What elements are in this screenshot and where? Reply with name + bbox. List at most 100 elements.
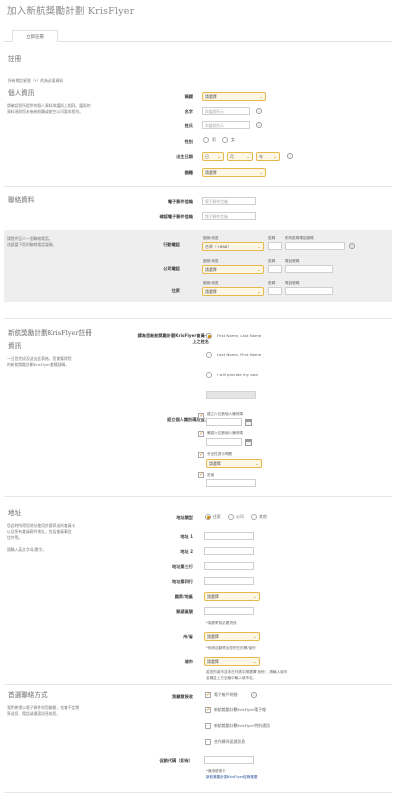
home-area-code-label: 區碼 <box>268 281 276 285</box>
keypad-icon[interactable] <box>245 419 252 426</box>
address-line4-input[interactable] <box>204 577 254 585</box>
confirm-email-input[interactable]: 電子郵件信箱 <box>202 212 256 220</box>
address-country-label: 國家/地區 <box>174 594 193 599</box>
address-type-office-radio[interactable] <box>228 514 234 520</box>
address-type-other-label: 其他 <box>259 514 267 519</box>
question-label: 安全性提示問題 <box>207 452 233 456</box>
divider <box>4 318 392 319</box>
promo-note-1: *適用優惠卡 <box>206 769 226 773</box>
title-select[interactable]: 請選擇 ⌄ <box>202 92 266 101</box>
postal-code-input[interactable] <box>204 607 254 615</box>
postal-note: *為郵寄前必要資訊 <box>206 621 237 625</box>
newsletter-checkbox[interactable] <box>205 707 211 713</box>
chevron-down-icon: ⌄ <box>259 170 263 176</box>
dob-label: 出生日期 <box>176 154 193 159</box>
office-country-code-label: 國家/地區 <box>203 259 219 263</box>
gender-male-radio[interactable] <box>203 137 209 143</box>
info-icon[interactable]: i <box>349 243 355 249</box>
page-title: 加入新航獎勵計劃 KrisFlyer <box>7 6 135 17</box>
preferences-note-1: 我們希望以電子郵件與您聯繫，也會不定期 <box>7 705 80 710</box>
preferences-title: 首選聯絡方式 <box>8 691 48 699</box>
promo-code-input[interactable] <box>204 756 254 764</box>
address-type-home-radio[interactable] <box>205 514 211 520</box>
info-icon[interactable]: i <box>256 122 262 128</box>
home-number-input[interactable] <box>285 287 333 295</box>
dob-day-value: 日 <box>205 153 209 159</box>
special-offers-checkbox[interactable] <box>205 723 211 729</box>
phone-note-2: 這讓當下您的聯絡電話號碼。 <box>7 242 57 247</box>
office-phone-label: 公司電話 <box>163 266 180 271</box>
pin-input[interactable] <box>206 418 242 426</box>
given-name-input[interactable]: 與護照所示 <box>202 107 250 115</box>
personal-note-2: 資料須與您未來新航購或航空公司要求相符。 <box>7 109 83 114</box>
krisflyer-title-2: 資訊 <box>8 342 22 350</box>
address-type-office-label: 公司 <box>236 514 244 519</box>
nationality-label: 國籍 <box>184 170 193 175</box>
office-number-label: 電話號碼 <box>285 259 300 263</box>
address-country-select[interactable]: 請選擇 ⌄ <box>204 592 260 601</box>
title-select-value: 請選擇 <box>205 93 217 99</box>
krisflyer-title-1: 新航獎勵計劃KrisFlyer註冊 <box>8 329 92 337</box>
office-area-input[interactable] <box>268 265 282 273</box>
address-line2-input[interactable] <box>204 547 254 555</box>
home-phone-label: 住家 <box>171 288 180 293</box>
state-value: 請選擇 <box>207 633 219 639</box>
question-select[interactable]: 請選擇 ⌄ <box>206 459 262 468</box>
address-line3-input[interactable] <box>204 562 254 570</box>
nationality-select[interactable]: 請選擇 ⌄ <box>202 168 266 177</box>
mobile-country-select[interactable]: 台灣（+886） ⌄ <box>202 242 264 251</box>
address-line3-label: 地址第三行 <box>172 564 193 569</box>
home-country-select[interactable]: 請選擇 ⌄ <box>202 287 264 296</box>
chevron-down-icon: ⌄ <box>259 94 263 100</box>
name-format-radio-3[interactable] <box>206 372 212 378</box>
dob-year-select[interactable]: 年 ⌄ <box>256 152 280 161</box>
confirm-pin-input[interactable] <box>206 438 242 446</box>
info-icon[interactable]: i <box>287 153 293 159</box>
mobile-number-input[interactable] <box>285 242 345 250</box>
email-input[interactable]: 電子郵件信箱 <box>202 197 256 205</box>
state-select[interactable]: 請選擇 ⌄ <box>204 632 260 641</box>
dob-day-select[interactable]: 日 ⌄ <box>202 152 224 161</box>
office-country-value: 請選擇 <box>205 266 217 272</box>
personal-title: 個人資訊 <box>8 89 35 97</box>
city-select[interactable]: 請選擇 ⌄ <box>204 657 260 666</box>
surname-input[interactable]: 與護照所示 <box>202 121 250 129</box>
personal-note-1: 請確認您所提供的個人資料與護照上相同。護照的 <box>7 103 91 108</box>
promo-note-2[interactable]: 新航獎勵計劃KrisFlyer促銷推廣 <box>206 775 258 779</box>
dob-month-value: 月 <box>230 153 234 159</box>
divider <box>4 186 392 187</box>
tab-register[interactable]: 立即註冊 <box>12 30 58 42</box>
address-note-1: 您此時所得您地址使用於要寄送的會員卡 <box>7 523 76 528</box>
phone-band <box>4 230 392 302</box>
chevron-down-icon: ⌄ <box>273 154 277 160</box>
gender-label: 性別 <box>184 139 193 144</box>
answer-label: 答案 <box>207 473 215 477</box>
address-line1-input[interactable] <box>204 532 254 540</box>
pin-check <box>198 413 204 419</box>
address-title: 地址 <box>8 509 22 517</box>
mobile-country-value: 台灣（+886） <box>205 243 232 249</box>
office-number-input[interactable] <box>285 265 333 273</box>
mobile-area-input[interactable] <box>268 242 282 250</box>
statement-checkbox[interactable] <box>205 692 211 698</box>
name-format-radio-2[interactable] <box>206 352 212 358</box>
address-type-other-radio[interactable] <box>251 514 257 520</box>
keypad-icon[interactable] <box>245 439 252 446</box>
nationality-select-value: 請選擇 <box>205 169 217 175</box>
info-icon[interactable]: i <box>256 108 262 114</box>
divider <box>4 496 392 497</box>
promo-code-label: 促銷代碼（如有） <box>159 758 193 763</box>
chevron-down-icon: ⌄ <box>253 659 257 665</box>
address-type-home-label: 住家 <box>213 514 221 519</box>
answer-input[interactable] <box>206 479 256 487</box>
partner-promo-checkbox[interactable] <box>205 739 211 745</box>
office-country-select[interactable]: 請選擇 ⌄ <box>202 265 264 274</box>
info-icon[interactable]: i <box>251 692 257 698</box>
chevron-down-icon: ⌄ <box>255 461 259 467</box>
custom-name-input[interactable] <box>206 391 256 399</box>
dob-month-select[interactable]: 月 ⌄ <box>227 152 253 161</box>
home-area-input[interactable] <box>268 287 282 295</box>
gender-male-label: 男 <box>212 137 216 142</box>
gender-female-radio[interactable] <box>222 137 228 143</box>
name-format-radio-1[interactable] <box>206 333 212 339</box>
